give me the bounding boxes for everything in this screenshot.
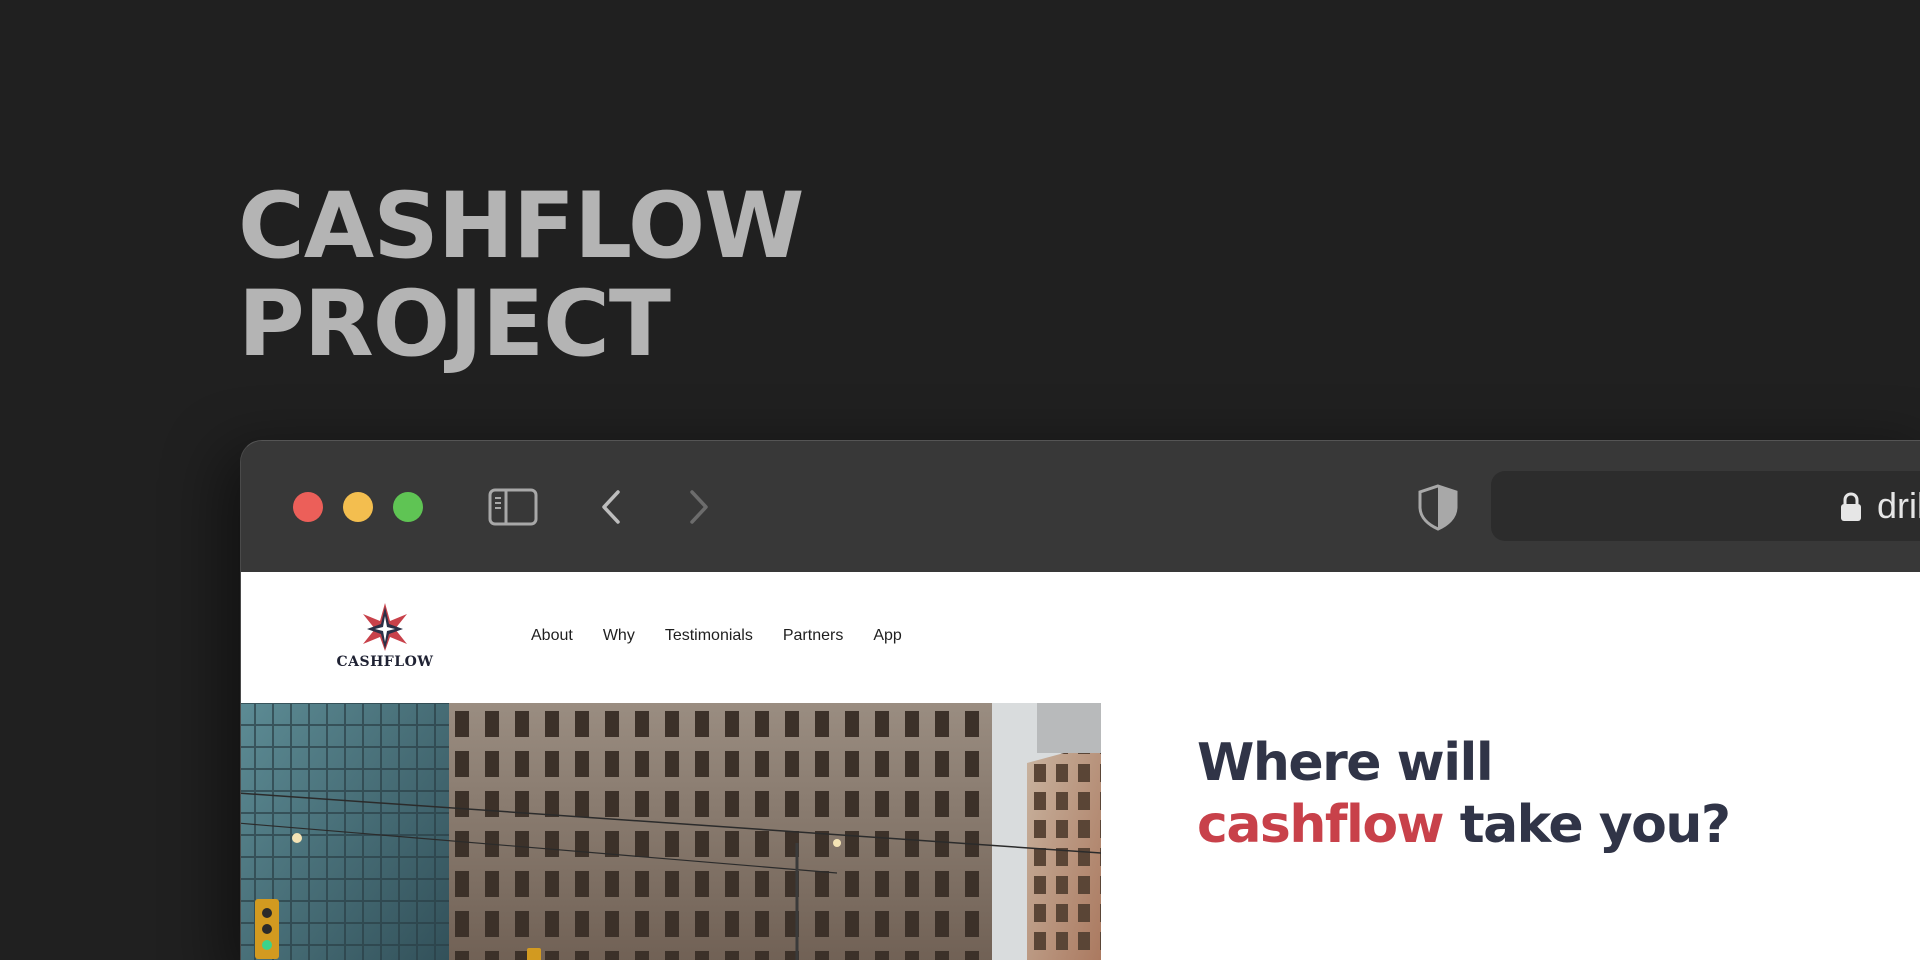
logo-text: CASHFLOW: [336, 654, 434, 670]
site-logo[interactable]: CASHFLOW: [335, 602, 435, 672]
compass-star-icon: [363, 603, 407, 651]
project-title-line2: PROJECT: [238, 272, 671, 377]
browser-toolbar: dril: [241, 441, 1920, 572]
hero-heading: Where will cashflow take you?: [1197, 732, 1731, 856]
minimize-window-button[interactable]: [343, 492, 373, 522]
url-text: dril: [1877, 485, 1920, 526]
close-window-button[interactable]: [293, 492, 323, 522]
nav-link-about[interactable]: About: [531, 626, 573, 646]
back-icon[interactable]: [596, 487, 626, 527]
browser-window: dril CASHFLOW About Why Testimonials Par…: [240, 440, 1920, 960]
sidebar-icon[interactable]: [488, 488, 538, 526]
nav-link-testimonials[interactable]: Testimonials: [665, 626, 753, 646]
forward-icon[interactable]: [684, 487, 714, 527]
lock-icon: [1841, 492, 1861, 521]
project-title: CASHFLOW PROJECT: [238, 174, 805, 377]
nav-link-why[interactable]: Why: [603, 626, 635, 646]
hero-heading-line2: cashflow take you?: [1197, 794, 1731, 856]
site-nav: About Why Testimonials Partners App: [531, 626, 932, 646]
hero-heading-rest: take you?: [1443, 795, 1731, 855]
hero-heading-line1: Where will: [1197, 733, 1494, 793]
hero-heading-accent: cashflow: [1197, 795, 1445, 855]
hero-photo: [241, 703, 1101, 960]
shield-icon[interactable]: [1416, 483, 1460, 531]
website-page: CASHFLOW About Why Testimonials Partners…: [241, 572, 1920, 960]
nav-link-app[interactable]: App: [873, 626, 901, 646]
nav-link-partners[interactable]: Partners: [783, 626, 843, 646]
maximize-window-button[interactable]: [393, 492, 423, 522]
address-bar[interactable]: dril: [1491, 471, 1920, 541]
project-title-line1: CASHFLOW: [238, 174, 805, 279]
